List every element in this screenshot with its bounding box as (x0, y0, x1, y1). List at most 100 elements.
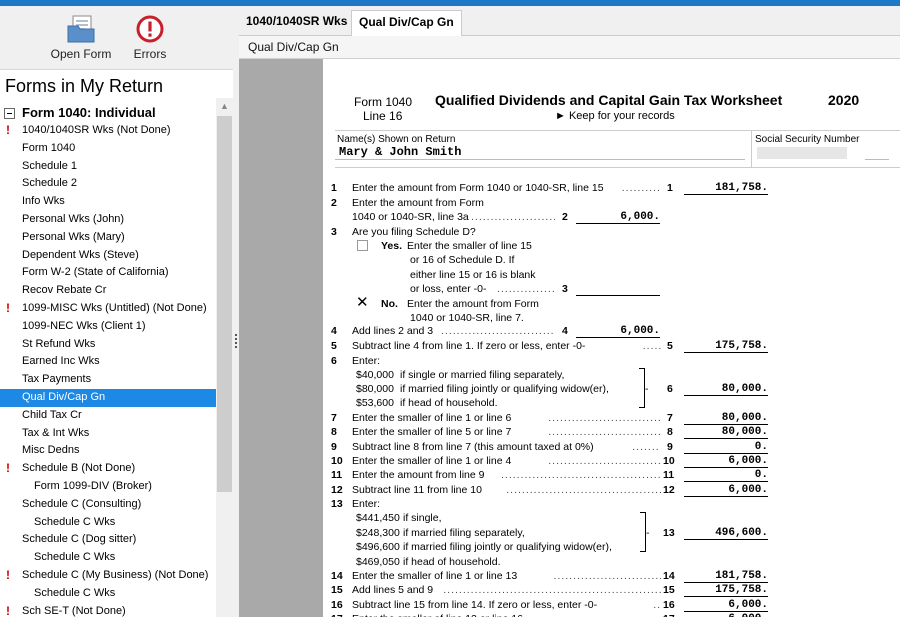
tree-item-label: Schedule 2 (22, 177, 78, 190)
line-amount-field[interactable]: 80,000. (684, 383, 768, 396)
threshold-amount: $441,450 (356, 512, 400, 524)
dot-leader: .. (653, 599, 661, 611)
line-box-number: 5 (667, 340, 673, 352)
names-label: Name(s) Shown on Return (337, 134, 456, 145)
line-amount-field[interactable]: 6,000. (576, 211, 660, 224)
form-number: Form 1040 (354, 95, 413, 109)
subtab-qual-div-cap-gn[interactable]: Qual Div/Cap Gn (239, 36, 900, 59)
tree-item[interactable]: ! Schedule B (Not Done) (0, 460, 216, 478)
scroll-up-arrow-icon[interactable]: ▲ (220, 101, 229, 111)
tree-item[interactable]: Tax & Int Wks (0, 425, 216, 443)
no-option-label: No. (381, 298, 398, 310)
threshold-amount: $469,050 (356, 556, 400, 568)
splitter-grip-icon[interactable] (235, 334, 237, 348)
dot-leader: ....................... (471, 211, 555, 223)
tree-item[interactable]: Schedule C (Dog sitter) (0, 531, 216, 549)
tree-item[interactable]: Schedule C Wks (0, 514, 216, 532)
line-number: 16 (331, 599, 343, 611)
tree-item[interactable]: St Refund Wks (0, 336, 216, 354)
error-flag-icon: ! (6, 603, 10, 617)
error-flag-icon: ! (6, 461, 10, 476)
tree-item[interactable]: Tax Payments (0, 371, 216, 389)
line-description: Subtract line 11 from line 10 (352, 484, 482, 496)
tree-item[interactable]: Dependent Wks (Steve) (0, 247, 216, 265)
line-amount-field[interactable]: 175,758. (684, 340, 768, 353)
line-number: 7 (331, 412, 337, 424)
line-box-number: 1 (667, 182, 673, 194)
line-amount-field[interactable] (576, 283, 660, 296)
tree-item[interactable]: Schedule 1 (0, 158, 216, 176)
line-number: 14 (331, 570, 343, 582)
tree-item[interactable]: Schedule C Wks (0, 549, 216, 567)
line-box-number: 6 (667, 383, 673, 395)
line-amount-field[interactable]: 6,000. (684, 455, 768, 468)
schedule-d-yes-checkbox[interactable] (357, 240, 368, 251)
line-box-number: 17 (663, 613, 675, 617)
line-amount-field[interactable]: 496,600. (684, 527, 768, 540)
tree-item[interactable]: ! Sch SE-T (Not Done) (0, 603, 216, 617)
line-amount-field[interactable]: 0. (684, 469, 768, 482)
line-description: Subtract line 15 from line 14. If zero o… (352, 599, 598, 611)
tree-item[interactable]: Form W-2 (State of California) (0, 264, 216, 282)
line-amount-field[interactable]: 6,000. (684, 599, 768, 612)
tree-item[interactable]: Info Wks (0, 193, 216, 211)
tree-item[interactable]: Schedule 2 (0, 175, 216, 193)
bracket-tick: - (646, 527, 650, 539)
tree-item[interactable]: Schedule C (Consulting) (0, 496, 216, 514)
line-amount-field[interactable]: 175,758. (684, 584, 768, 597)
dot-leader: ........................................… (501, 469, 661, 481)
line-amount-field[interactable]: 6,000. (576, 325, 660, 338)
tree-item[interactable]: Earned Inc Wks (0, 353, 216, 371)
line-number: 1 (331, 182, 337, 194)
tree-item[interactable]: Schedule C Wks (0, 585, 216, 603)
schedule-d-no-checkbox-checked-icon[interactable]: ✕ (356, 295, 369, 310)
line-description: or loss, enter -0- (410, 283, 487, 295)
tree-item-label: St Refund Wks (22, 337, 96, 350)
ssn-underline (865, 159, 889, 160)
line-amount-field[interactable]: 6,000. (684, 613, 768, 617)
line-amount-field[interactable]: 80,000. (684, 426, 768, 439)
errors-button[interactable]: Errors (126, 14, 174, 61)
right-pane: 1040/1040SR Wks Qual Div/Cap Gn Qual Div… (239, 6, 900, 617)
line-number: 13 (331, 498, 343, 510)
tree-item[interactable]: ! 1040/1040SR Wks (Not Done) (0, 122, 216, 140)
line-number: 5 (331, 340, 337, 352)
open-form-button[interactable]: Open Form (48, 14, 114, 61)
scrollbar-thumb[interactable] (217, 116, 232, 492)
tree-item-label: Personal Wks (John) (22, 213, 125, 225)
ssn-value-redacted[interactable] (757, 147, 847, 159)
line-description: Add lines 5 and 9 (352, 584, 434, 596)
forms-tree: Form 1040: Individual ! 1040/1040SR Wks (… (0, 104, 216, 617)
line-amount-field[interactable]: 6,000. (684, 484, 768, 497)
tree-item[interactable]: Personal Wks (John) (0, 211, 216, 229)
names-value[interactable]: Mary & John Smith (339, 145, 461, 159)
tree-item[interactable]: 1099-NEC Wks (Client 1) (0, 318, 216, 336)
line-description: Subtract line 8 from line 7 (this amount… (352, 441, 594, 453)
threshold-amount: $53,600 (356, 397, 394, 409)
tree-item[interactable]: Form 1099-DIV (Broker) (0, 478, 216, 496)
tree-item[interactable]: Personal Wks (Mary) (0, 229, 216, 247)
tree-item-label: Personal Wks (Mary) (22, 230, 125, 243)
line-amount-field[interactable]: 0. (684, 441, 768, 454)
tree-group-form-1040[interactable]: Form 1040: Individual (0, 104, 216, 122)
tree-item[interactable]: ! Schedule C (My Business) (Not Done) (0, 567, 216, 585)
tree-item[interactable]: Misc Dedns (0, 442, 216, 460)
tree-item[interactable]: ! 1099-MISC Wks (Untitled) (Not Done) (0, 300, 216, 318)
line-amount-field[interactable]: 181,758. (684, 182, 768, 195)
threshold-amount: $248,300 (356, 527, 400, 539)
tree-item[interactable]: Child Tax Cr (0, 407, 216, 425)
tree-item-label: Earned Inc Wks (22, 355, 100, 368)
tree-scrollbar[interactable]: ▲ (216, 98, 233, 617)
line-amount-field[interactable]: 181,758. (684, 570, 768, 583)
collapse-icon[interactable] (4, 108, 15, 119)
tree-item[interactable]: Recov Rebate Cr (0, 282, 216, 300)
line-amount-field[interactable]: 80,000. (684, 412, 768, 425)
tab-1040-wks[interactable]: 1040/1040SR Wks (239, 10, 354, 36)
tab-qual-div-cap-gn[interactable]: Qual Div/Cap Gn (351, 10, 462, 36)
dot-leader: .......... (621, 182, 661, 194)
tree-item-label: Tax & Int Wks (22, 426, 90, 439)
tree-item[interactable]: Qual Div/Cap Gn (0, 389, 216, 407)
tree-item[interactable]: Form 1040 (0, 140, 216, 158)
threshold-description: if head of household. (403, 556, 501, 568)
tree-item-label: Form 1040 (22, 141, 76, 154)
